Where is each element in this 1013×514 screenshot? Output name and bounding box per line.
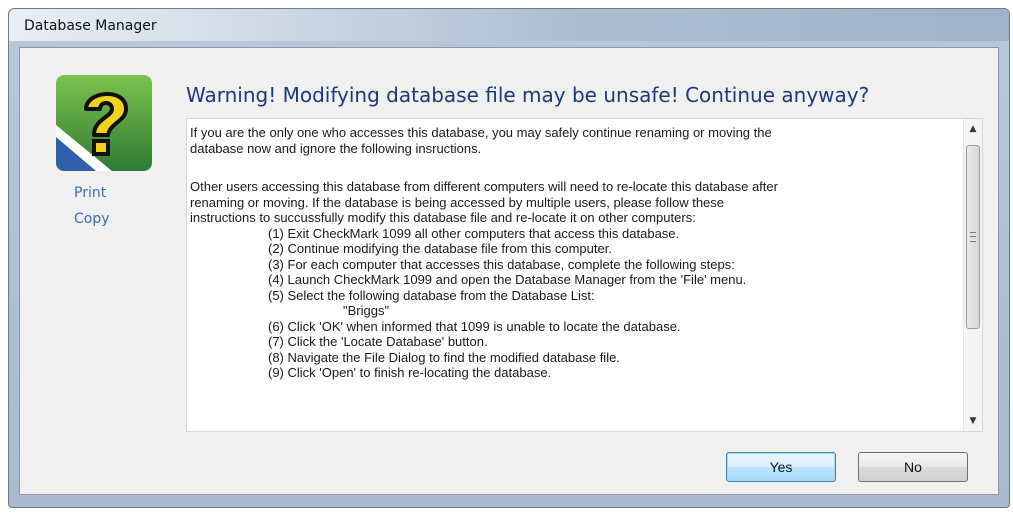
- database-name: "Briggs": [343, 303, 390, 318]
- scroll-down-arrow-icon[interactable]: ▼: [964, 411, 982, 431]
- scrollbar-thumb[interactable]: [966, 145, 980, 329]
- scroll-up-arrow-icon[interactable]: ▲: [964, 119, 982, 139]
- message-line: instructions to succussfully modify this…: [190, 210, 696, 225]
- no-button[interactable]: No: [858, 452, 968, 482]
- yes-button[interactable]: Yes: [726, 452, 836, 482]
- grip-icon: [970, 232, 976, 242]
- step-item: (5) Select the following database from t…: [268, 287, 595, 303]
- message-line: If you are the only one who accesses thi…: [190, 125, 772, 140]
- message-line: renaming or moving. If the database is b…: [190, 194, 725, 210]
- message-line: database now and ignore the following in…: [190, 140, 482, 156]
- question-mark-icon: [56, 75, 152, 171]
- step-item: (2) Continue modifying the database file…: [268, 241, 612, 256]
- warning-heading: Warning! Modifying database file may be …: [186, 83, 870, 107]
- step-item: (7) Click the 'Locate Database' button.: [268, 334, 488, 349]
- title-bar[interactable]: Database Manager: [9, 9, 1009, 41]
- message-line: Other users accessing this database from…: [190, 179, 778, 194]
- window-title: Database Manager: [24, 18, 157, 34]
- step-item: (1) Exit CheckMark 1099 all other comput…: [268, 225, 680, 241]
- print-link[interactable]: Print: [74, 185, 106, 201]
- copy-link[interactable]: Copy: [74, 211, 110, 227]
- dialog-window: Database Manager Print Copy Warning! Mod…: [8, 8, 1010, 508]
- vertical-scrollbar[interactable]: ▲ ▼: [963, 119, 982, 431]
- step-item: (9) Click 'Open' to finish re-locating t…: [268, 365, 552, 380]
- message-textbox[interactable]: If you are the only one who accesses thi…: [186, 118, 983, 432]
- step-item: (3) For each computer that accesses this…: [268, 256, 735, 272]
- step-item: (6) Click 'OK' when informed that 1099 i…: [268, 318, 681, 334]
- step-item: (4) Launch CheckMark 1099 and open the D…: [268, 272, 747, 287]
- message-text: If you are the only one who accesses thi…: [190, 125, 960, 381]
- dialog-body: Print Copy Warning! Modifying database f…: [19, 47, 999, 495]
- step-item: (8) Navigate the File Dialog to find the…: [268, 349, 620, 365]
